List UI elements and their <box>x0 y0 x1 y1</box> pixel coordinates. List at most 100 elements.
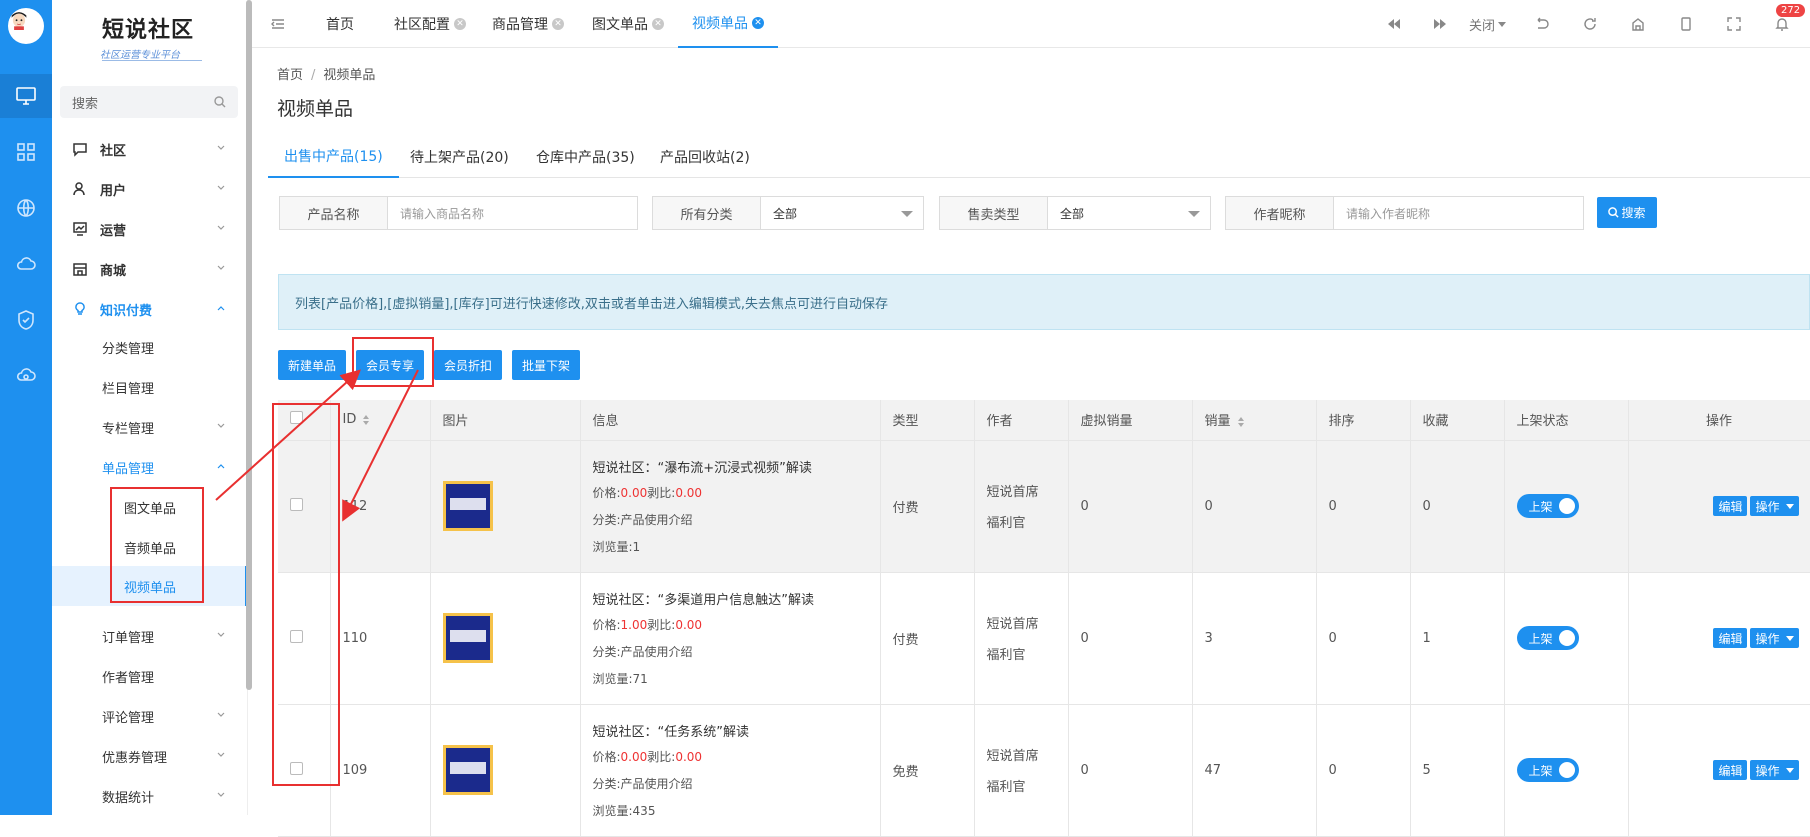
product-thumbnail[interactable] <box>442 481 493 531</box>
close-icon[interactable]: ✕ <box>552 18 564 30</box>
menu-mall[interactable]: 商城 <box>52 249 248 289</box>
cell-sort[interactable]: 0 <box>1316 572 1411 705</box>
close-dropdown[interactable]: 关闭 <box>1466 14 1510 34</box>
author-input[interactable]: 请输入作者昵称 <box>1334 197 1583 229</box>
cell-sort[interactable]: 0 <box>1316 440 1411 573</box>
sort-icon[interactable] <box>362 414 370 426</box>
tab-product-manage[interactable]: 商品管理 ✕ <box>492 0 564 48</box>
tab-on-sale[interactable]: 出售中产品(15) <box>268 136 399 178</box>
row-checkbox[interactable] <box>290 761 303 775</box>
grid-icon[interactable] <box>0 130 52 174</box>
col-id[interactable]: ID <box>330 400 431 441</box>
status-toggle[interactable]: 上架 <box>1516 494 1579 518</box>
tab-label: 出售中产品(15) <box>284 149 383 165</box>
tab-recycle[interactable]: 产品回收站(2) <box>660 136 750 178</box>
tab-community-config[interactable]: 社区配置 ✕ <box>394 0 466 48</box>
avatar[interactable] <box>8 8 44 44</box>
sidebar-scrollbar[interactable] <box>246 0 252 690</box>
product-title[interactable]: 短说社区：“多渠道用户信息触达”解读 <box>593 589 880 608</box>
close-icon[interactable]: ✕ <box>454 18 466 30</box>
menu-category-manage[interactable]: 分类管理 <box>52 327 248 367</box>
status-toggle[interactable]: 上架 <box>1516 758 1579 782</box>
tab-text-single[interactable]: 图文单品 ✕ <box>592 0 664 48</box>
close-icon[interactable]: ✕ <box>652 18 664 30</box>
batch-offshelf-button[interactable]: 批量下架 <box>512 350 580 380</box>
sale-type-select[interactable]: 全部 <box>1048 197 1210 229</box>
product-title[interactable]: 短说社区：“瀑布流+沉浸式视频”解读 <box>593 457 880 476</box>
mobile-icon[interactable] <box>1676 14 1696 34</box>
cloud-icon[interactable] <box>0 242 52 286</box>
row-select-cell <box>278 704 331 837</box>
monitor-icon[interactable] <box>0 74 52 118</box>
menu-audio-single[interactable]: 音频单品 <box>52 527 248 567</box>
menu-video-single[interactable]: 视频单品 <box>52 566 248 606</box>
sort-icon[interactable] <box>1237 416 1245 428</box>
cell-virtual-sales[interactable]: 0 <box>1068 572 1193 705</box>
shield-icon[interactable] <box>0 298 52 342</box>
menu-column-manage[interactable]: 栏目管理 <box>52 367 248 407</box>
collapse-menu-icon[interactable] <box>268 14 288 34</box>
operation-dropdown[interactable]: 操作 <box>1750 628 1799 648</box>
select-all-checkbox[interactable] <box>290 411 303 425</box>
cell-virtual-sales[interactable]: 0 <box>1068 440 1193 573</box>
globe-icon[interactable] <box>0 186 52 230</box>
close-icon[interactable]: ✕ <box>752 17 764 29</box>
cell-sort[interactable]: 0 <box>1316 704 1411 837</box>
menu-data-stats[interactable]: 数据统计 <box>52 776 248 816</box>
tab-home[interactable]: 首页 <box>326 0 354 48</box>
tab-video-single[interactable]: 视频单品 ✕ <box>678 0 778 48</box>
edit-button[interactable]: 编辑 <box>1713 496 1748 516</box>
fullscreen-icon[interactable] <box>1724 14 1744 34</box>
category-select[interactable]: 全部 <box>761 197 923 229</box>
bell-icon[interactable] <box>1772 14 1792 34</box>
menu-special-manage[interactable]: 专栏管理 <box>52 407 248 447</box>
menu-single-manage[interactable]: 单品管理 <box>52 447 248 487</box>
sidebar-search[interactable]: 搜索 <box>60 86 238 118</box>
operation-dropdown[interactable]: 操作 <box>1750 760 1799 780</box>
product-price[interactable]: 0.00 <box>621 486 648 500</box>
menu-label: 运营 <box>100 223 127 239</box>
cell-id: 110 <box>330 572 431 705</box>
breadcrumb-separator: / <box>311 68 316 83</box>
product-title[interactable]: 短说社区：“任务系统”解读 <box>593 721 880 740</box>
product-price[interactable]: 0.00 <box>621 750 648 764</box>
tab-warehouse[interactable]: 仓库中产品(35) <box>536 136 635 178</box>
back-icon[interactable] <box>1532 14 1552 34</box>
edit-button[interactable]: 编辑 <box>1713 628 1748 648</box>
menu-community[interactable]: 社区 <box>52 129 248 169</box>
breadcrumb-home[interactable]: 首页 <box>277 68 303 83</box>
search-input[interactable]: 搜索 <box>72 93 98 112</box>
rewind-icon[interactable] <box>1384 14 1404 34</box>
member-discount-button[interactable]: 会员折扣 <box>434 350 502 380</box>
product-thumbnail[interactable] <box>442 613 493 663</box>
menu-order-manage[interactable]: 订单管理 <box>52 616 248 656</box>
menu-coupon-manage[interactable]: 优惠券管理 <box>52 736 248 776</box>
col-sales[interactable]: 销量 <box>1192 400 1317 441</box>
refresh-icon[interactable] <box>1580 14 1600 34</box>
fast-forward-icon[interactable] <box>1430 14 1450 34</box>
member-exclusive-button[interactable]: 会员专享 <box>356 350 424 380</box>
chevron-down-icon <box>217 423 225 428</box>
home-lock-icon[interactable] <box>1628 14 1648 34</box>
edit-button[interactable]: 编辑 <box>1713 760 1748 780</box>
cloud-storage-icon[interactable] <box>0 354 52 398</box>
product-name-input[interactable]: 请输入商品名称 <box>388 197 637 229</box>
menu-users[interactable]: 用户 <box>52 169 248 209</box>
menu-knowledge-pay[interactable]: 知识付费 <box>52 289 248 329</box>
product-price[interactable]: 1.00 <box>621 618 648 632</box>
cell-virtual-sales[interactable]: 0 <box>1068 704 1193 837</box>
tab-pending[interactable]: 待上架产品(20) <box>410 136 509 178</box>
new-single-button[interactable]: 新建单品 <box>278 350 346 380</box>
row-checkbox[interactable] <box>290 497 303 511</box>
menu-operations[interactable]: 运营 <box>52 209 248 249</box>
cell-type: 付费 <box>880 572 975 705</box>
menu-text-single[interactable]: 图文单品 <box>52 487 248 527</box>
search-button[interactable]: 搜索 <box>1597 197 1657 228</box>
status-toggle[interactable]: 上架 <box>1516 626 1579 650</box>
chat-icon <box>72 141 88 157</box>
product-thumbnail[interactable] <box>442 745 493 795</box>
menu-comment-manage[interactable]: 评论管理 <box>52 696 248 736</box>
menu-author-manage[interactable]: 作者管理 <box>52 656 248 696</box>
operation-dropdown[interactable]: 操作 <box>1750 496 1799 516</box>
row-checkbox[interactable] <box>290 629 303 643</box>
